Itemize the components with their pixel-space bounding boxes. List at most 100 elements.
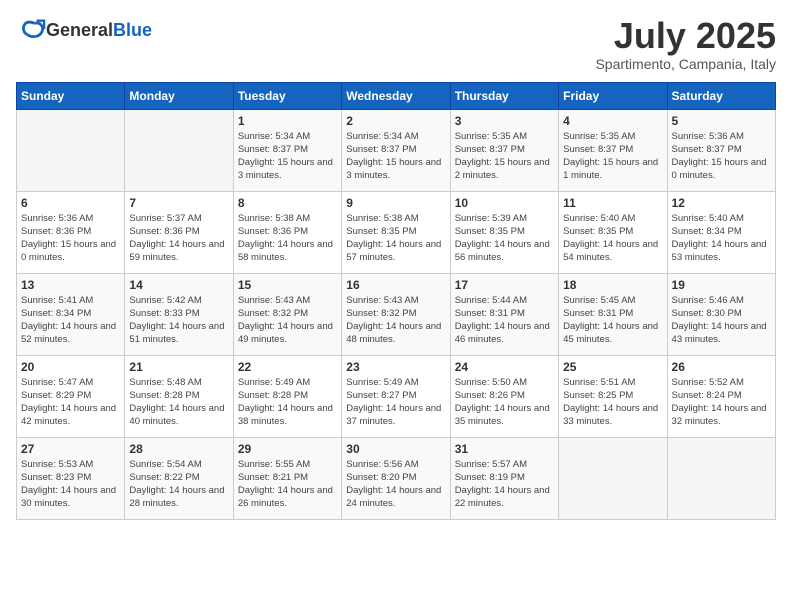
day-detail: Sunrise: 5:41 AMSunset: 8:34 PMDaylight:… bbox=[21, 295, 116, 346]
day-number: 8 bbox=[238, 196, 337, 210]
day-detail: Sunrise: 5:35 AMSunset: 8:37 PMDaylight:… bbox=[455, 131, 550, 182]
calendar-cell: 4Sunrise: 5:35 AMSunset: 8:37 PMDaylight… bbox=[559, 109, 667, 191]
day-detail: Sunrise: 5:55 AMSunset: 8:21 PMDaylight:… bbox=[238, 459, 333, 510]
location-subtitle: Spartimento, Campania, Italy bbox=[595, 56, 776, 72]
day-number: 30 bbox=[346, 442, 445, 456]
weekday-header: Friday bbox=[559, 82, 667, 109]
month-title: July 2025 bbox=[595, 16, 776, 56]
day-number: 24 bbox=[455, 360, 554, 374]
day-number: 9 bbox=[346, 196, 445, 210]
weekday-header-row: SundayMondayTuesdayWednesdayThursdayFrid… bbox=[17, 82, 776, 109]
day-number: 25 bbox=[563, 360, 662, 374]
day-detail: Sunrise: 5:53 AMSunset: 8:23 PMDaylight:… bbox=[21, 459, 116, 510]
day-detail: Sunrise: 5:56 AMSunset: 8:20 PMDaylight:… bbox=[346, 459, 441, 510]
page-header: GeneralBlue July 2025 Spartimento, Campa… bbox=[16, 16, 776, 72]
day-detail: Sunrise: 5:36 AMSunset: 8:37 PMDaylight:… bbox=[672, 131, 767, 182]
calendar-cell: 9 Sunrise: 5:38 AMSunset: 8:35 PMDaylight… bbox=[342, 191, 450, 273]
day-number: 31 bbox=[455, 442, 554, 456]
day-number: 15 bbox=[238, 278, 337, 292]
day-detail: Sunrise: 5:44 AMSunset: 8:31 PMDaylight:… bbox=[455, 295, 550, 346]
day-number: 16 bbox=[346, 278, 445, 292]
calendar-cell: 1Sunrise: 5:34 AMSunset: 8:37 PMDaylight… bbox=[233, 109, 341, 191]
day-number: 5 bbox=[672, 114, 771, 128]
calendar-cell bbox=[17, 109, 125, 191]
day-number: 28 bbox=[129, 442, 228, 456]
calendar-cell: 8 Sunrise: 5:38 AMSunset: 8:36 PMDaylight… bbox=[233, 191, 341, 273]
day-number: 14 bbox=[129, 278, 228, 292]
day-number: 19 bbox=[672, 278, 771, 292]
calendar-cell: 19 Sunrise: 5:46 AMSunset: 8:30 PMDayligh… bbox=[667, 273, 775, 355]
day-detail: Sunrise: 5:40 AMSunset: 8:35 PMDaylight:… bbox=[563, 213, 658, 264]
day-detail: Sunrise: 5:49 AMSunset: 8:27 PMDaylight:… bbox=[346, 377, 441, 428]
day-detail: Sunrise: 5:50 AMSunset: 8:26 PMDaylight:… bbox=[455, 377, 550, 428]
weekday-header: Saturday bbox=[667, 82, 775, 109]
weekday-header: Tuesday bbox=[233, 82, 341, 109]
day-detail: Sunrise: 5:42 AMSunset: 8:33 PMDaylight:… bbox=[129, 295, 224, 346]
calendar-week-row: 27Sunrise: 5:53 AMSunset: 8:23 PMDayligh… bbox=[17, 437, 776, 519]
calendar-cell: 7Sunrise: 5:37 AMSunset: 8:36 PMDaylight… bbox=[125, 191, 233, 273]
day-detail: Sunrise: 5:43 AMSunset: 8:32 PMDaylight:… bbox=[238, 295, 333, 346]
day-number: 6 bbox=[21, 196, 120, 210]
calendar-cell bbox=[125, 109, 233, 191]
day-detail: Sunrise: 5:54 AMSunset: 8:22 PMDaylight:… bbox=[129, 459, 224, 510]
calendar-cell: 28 Sunrise: 5:54 AMSunset: 8:22 PMDayligh… bbox=[125, 437, 233, 519]
calendar-cell: 14 Sunrise: 5:42 AMSunset: 8:33 PMDayligh… bbox=[125, 273, 233, 355]
day-number: 20 bbox=[21, 360, 120, 374]
calendar-cell: 21Sunrise: 5:48 AMSunset: 8:28 PMDayligh… bbox=[125, 355, 233, 437]
calendar-cell: 30 Sunrise: 5:56 AMSunset: 8:20 PMDayligh… bbox=[342, 437, 450, 519]
day-detail: Sunrise: 5:34 AMSunset: 8:37 PMDaylight:… bbox=[346, 131, 441, 182]
day-number: 22 bbox=[238, 360, 337, 374]
calendar-cell bbox=[559, 437, 667, 519]
day-number: 12 bbox=[672, 196, 771, 210]
calendar-cell: 16 Sunrise: 5:43 AMSunset: 8:32 PMDayligh… bbox=[342, 273, 450, 355]
calendar-cell: 27Sunrise: 5:53 AMSunset: 8:23 PMDayligh… bbox=[17, 437, 125, 519]
calendar-cell: 25 Sunrise: 5:51 AMSunset: 8:25 PMDayligh… bbox=[559, 355, 667, 437]
day-detail: Sunrise: 5:49 AMSunset: 8:28 PMDaylight:… bbox=[238, 377, 333, 428]
day-detail: Sunrise: 5:52 AMSunset: 8:24 PMDaylight:… bbox=[672, 377, 767, 428]
calendar-cell: 2 Sunrise: 5:34 AMSunset: 8:37 PMDaylight… bbox=[342, 109, 450, 191]
day-detail: Sunrise: 5:43 AMSunset: 8:32 PMDaylight:… bbox=[346, 295, 441, 346]
weekday-header: Sunday bbox=[17, 82, 125, 109]
day-number: 3 bbox=[455, 114, 554, 128]
calendar-cell: 13 Sunrise: 5:41 AMSunset: 8:34 PMDayligh… bbox=[17, 273, 125, 355]
day-number: 13 bbox=[21, 278, 120, 292]
logo-general-text: General bbox=[46, 20, 113, 40]
calendar-week-row: 13 Sunrise: 5:41 AMSunset: 8:34 PMDayligh… bbox=[17, 273, 776, 355]
calendar-cell: 20 Sunrise: 5:47 AMSunset: 8:29 PMDayligh… bbox=[17, 355, 125, 437]
logo: GeneralBlue bbox=[16, 16, 152, 44]
calendar-cell: 10 Sunrise: 5:39 AMSunset: 8:35 PMDayligh… bbox=[450, 191, 558, 273]
day-number: 11 bbox=[563, 196, 662, 210]
logo-icon bbox=[18, 16, 46, 44]
day-detail: Sunrise: 5:46 AMSunset: 8:30 PMDaylight:… bbox=[672, 295, 767, 346]
calendar-week-row: 6 Sunrise: 5:36 AMSunset: 8:36 PMDaylight… bbox=[17, 191, 776, 273]
day-number: 29 bbox=[238, 442, 337, 456]
calendar-cell: 3 Sunrise: 5:35 AMSunset: 8:37 PMDaylight… bbox=[450, 109, 558, 191]
day-detail: Sunrise: 5:39 AMSunset: 8:35 PMDaylight:… bbox=[455, 213, 550, 264]
day-detail: Sunrise: 5:57 AMSunset: 8:19 PMDaylight:… bbox=[455, 459, 550, 510]
weekday-header: Wednesday bbox=[342, 82, 450, 109]
calendar-cell: 22 Sunrise: 5:49 AMSunset: 8:28 PMDayligh… bbox=[233, 355, 341, 437]
calendar-cell: 6 Sunrise: 5:36 AMSunset: 8:36 PMDaylight… bbox=[17, 191, 125, 273]
calendar-cell: 17Sunrise: 5:44 AMSunset: 8:31 PMDayligh… bbox=[450, 273, 558, 355]
calendar-cell: 18Sunrise: 5:45 AMSunset: 8:31 PMDayligh… bbox=[559, 273, 667, 355]
calendar-week-row: 1Sunrise: 5:34 AMSunset: 8:37 PMDaylight… bbox=[17, 109, 776, 191]
calendar-table: SundayMondayTuesdayWednesdayThursdayFrid… bbox=[16, 82, 776, 520]
day-detail: Sunrise: 5:47 AMSunset: 8:29 PMDaylight:… bbox=[21, 377, 116, 428]
day-number: 10 bbox=[455, 196, 554, 210]
day-detail: Sunrise: 5:38 AMSunset: 8:36 PMDaylight:… bbox=[238, 213, 333, 264]
weekday-header: Monday bbox=[125, 82, 233, 109]
day-detail: Sunrise: 5:38 AMSunset: 8:35 PMDaylight:… bbox=[346, 213, 441, 264]
calendar-cell: 29 Sunrise: 5:55 AMSunset: 8:21 PMDayligh… bbox=[233, 437, 341, 519]
day-detail: Sunrise: 5:51 AMSunset: 8:25 PMDaylight:… bbox=[563, 377, 658, 428]
calendar-cell: 11 Sunrise: 5:40 AMSunset: 8:35 PMDayligh… bbox=[559, 191, 667, 273]
day-detail: Sunrise: 5:40 AMSunset: 8:34 PMDaylight:… bbox=[672, 213, 767, 264]
calendar-cell: 15 Sunrise: 5:43 AMSunset: 8:32 PMDayligh… bbox=[233, 273, 341, 355]
day-detail: Sunrise: 5:36 AMSunset: 8:36 PMDaylight:… bbox=[21, 213, 116, 264]
calendar-cell: 12 Sunrise: 5:40 AMSunset: 8:34 PMDayligh… bbox=[667, 191, 775, 273]
calendar-cell: 5 Sunrise: 5:36 AMSunset: 8:37 PMDaylight… bbox=[667, 109, 775, 191]
logo-blue-text: Blue bbox=[113, 20, 152, 40]
day-number: 21 bbox=[129, 360, 228, 374]
day-number: 2 bbox=[346, 114, 445, 128]
calendar-cell: 24 Sunrise: 5:50 AMSunset: 8:26 PMDayligh… bbox=[450, 355, 558, 437]
weekday-header: Thursday bbox=[450, 82, 558, 109]
